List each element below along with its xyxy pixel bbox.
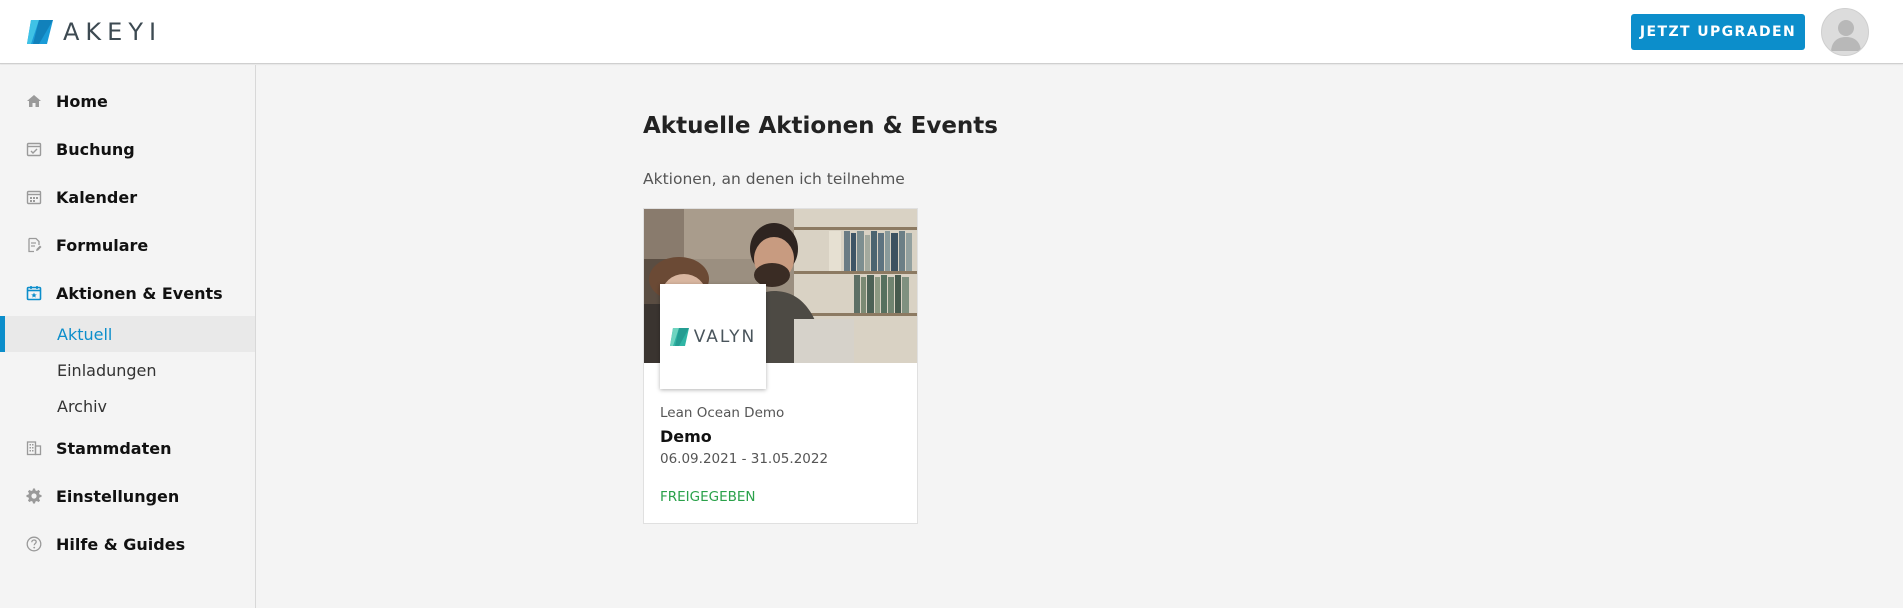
gear-icon (25, 487, 43, 505)
sidebar-item-home[interactable]: Home (0, 81, 255, 121)
sidebar-subitem-einladungen[interactable]: Einladungen (0, 352, 255, 388)
sidebar-item-label: Home (56, 91, 108, 111)
sidebar-item-einstellungen[interactable]: Einstellungen (0, 476, 255, 516)
sidebar-item-aktionen-events[interactable]: Aktionen & Events (0, 273, 255, 313)
calendar-icon (25, 188, 43, 206)
sidebar-item-label: Stammdaten (56, 438, 172, 458)
sidebar-subitem-archiv[interactable]: Archiv (0, 388, 255, 424)
upgrade-button[interactable]: JETZT UPGRADEN (1631, 14, 1805, 50)
sidebar-item-formulare[interactable]: Formulare (0, 225, 255, 265)
user-avatar[interactable] (1821, 8, 1869, 56)
section-label: Aktionen, an denen ich teilnehme (643, 170, 905, 188)
building-icon (25, 439, 43, 457)
sidebar-item-label: Hilfe & Guides (56, 534, 186, 554)
home-icon (25, 92, 43, 110)
calendar-check-icon (25, 140, 43, 158)
sidebar-subitem-label: Aktuell (57, 324, 113, 344)
sidebar-item-buchung[interactable]: Buchung (0, 129, 255, 169)
help-icon (25, 535, 43, 553)
sidebar: Home Buchung Kalender Formulare Aktionen… (0, 65, 256, 608)
event-status: FREIGEGEBEN (660, 489, 756, 505)
sidebar-item-label: Einstellungen (56, 486, 180, 506)
event-calendar-icon (25, 284, 43, 302)
sidebar-subitem-label: Archiv (57, 396, 108, 416)
user-avatar-icon (1831, 20, 1861, 51)
valyn-logo-mark-icon (669, 327, 689, 346)
organization-logo-text: VALYN (693, 326, 757, 347)
event-title: Demo (660, 427, 712, 446)
akeyi-logo-mark-icon (27, 20, 53, 44)
sidebar-item-label: Aktionen & Events (56, 283, 223, 303)
sidebar-item-label: Formulare (56, 235, 149, 255)
event-dates: 06.09.2021 - 31.05.2022 (660, 451, 829, 467)
form-edit-icon (25, 236, 43, 254)
sidebar-item-label: Kalender (56, 187, 138, 207)
event-organization: Lean Ocean Demo (660, 405, 785, 421)
sidebar-item-stammdaten[interactable]: Stammdaten (0, 428, 255, 468)
akeyi-logo[interactable]: AKEYI (27, 18, 162, 46)
page-title: Aktuelle Aktionen & Events (643, 113, 998, 139)
sidebar-subitem-label: Einladungen (57, 360, 157, 380)
event-card[interactable]: VALYN Lean Ocean Demo Demo 06.09.2021 - … (643, 208, 918, 524)
logo-text: AKEYI (63, 18, 163, 46)
top-header: AKEYI JETZT UPGRADEN (0, 0, 1903, 64)
organization-logo: VALYN (660, 284, 766, 389)
sidebar-subitem-aktuell[interactable]: Aktuell (0, 316, 255, 352)
sidebar-item-label: Buchung (56, 139, 135, 159)
sidebar-item-hilfe-guides[interactable]: Hilfe & Guides (0, 524, 255, 564)
sidebar-item-kalender[interactable]: Kalender (0, 177, 255, 217)
